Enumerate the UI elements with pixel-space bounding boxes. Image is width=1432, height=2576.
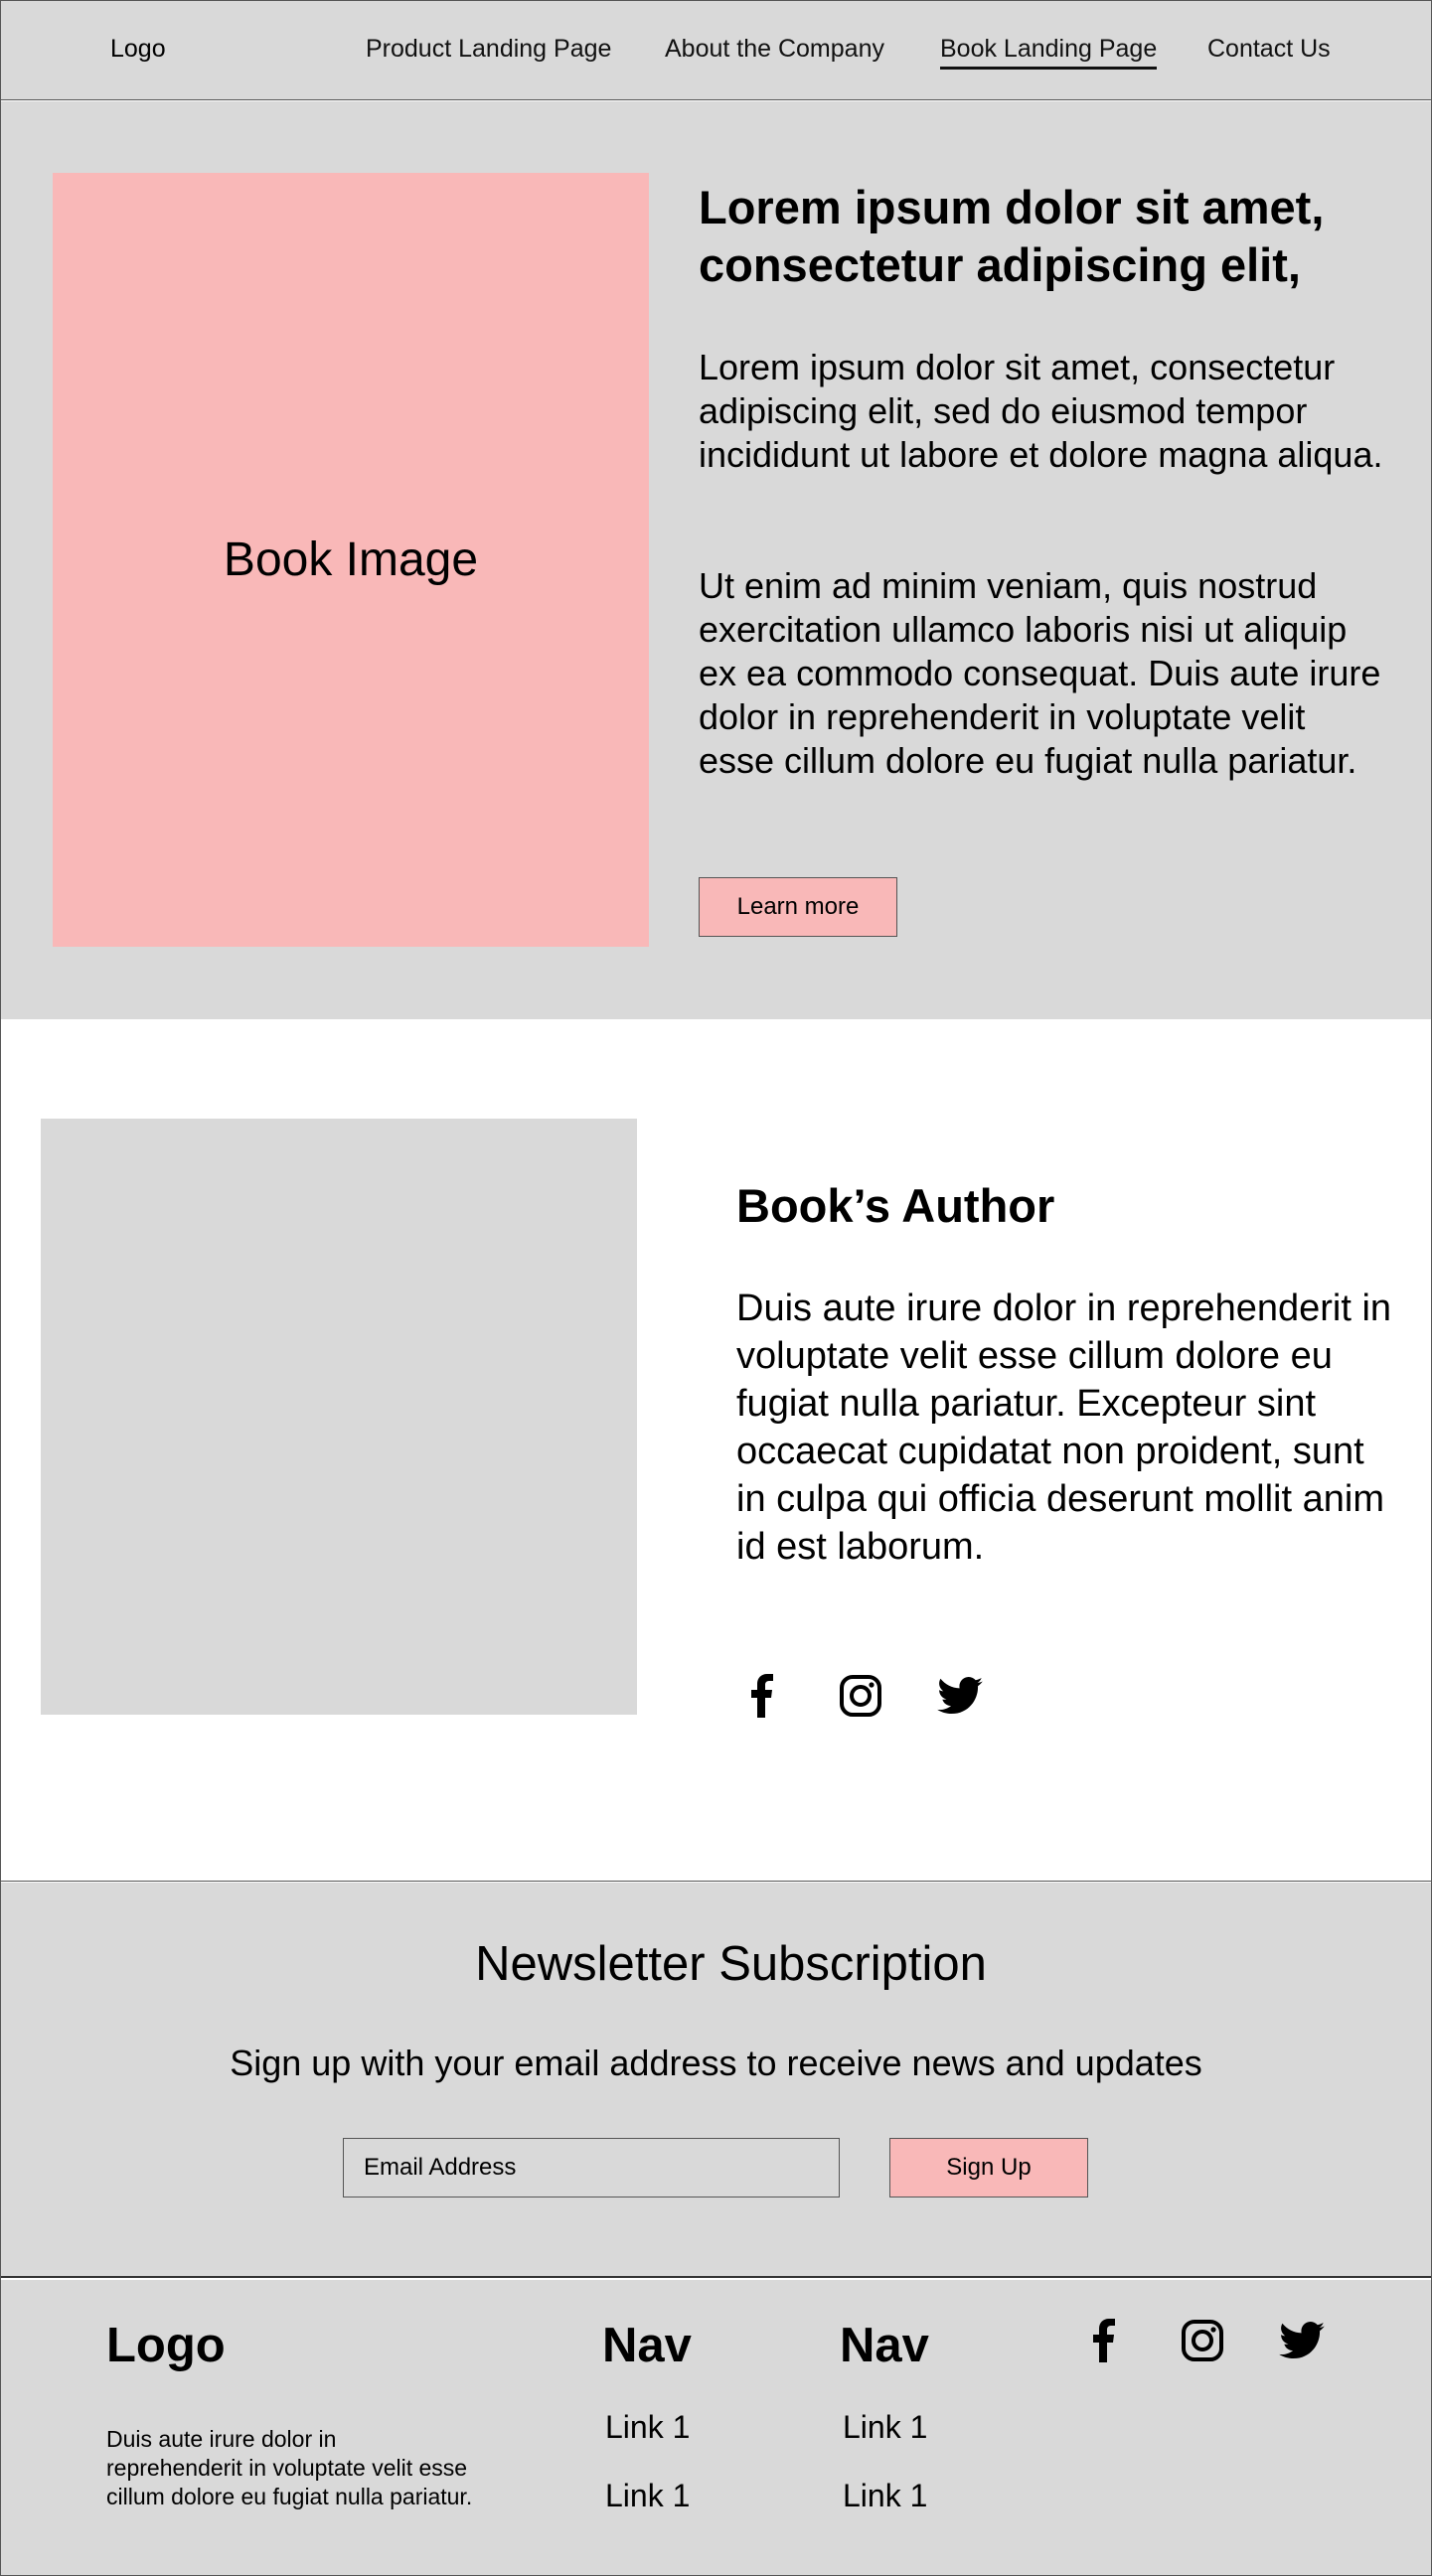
footer-link[interactable]: Link 1 [843, 2409, 927, 2446]
hero-paragraph-1: Lorem ipsum dolor sit amet, consectetur … [699, 347, 1383, 475]
footer-logo[interactable]: Logo [106, 2318, 226, 2373]
top-nav-bar: Logo Product Landing Page About the Comp… [1, 1, 1431, 100]
author-title: Book’s Author [736, 1179, 1055, 1232]
hero-paragraph-2: Ut enim ad minim veniam, quis nostrud ex… [699, 565, 1381, 781]
footer-link[interactable]: Link 1 [605, 2409, 690, 2446]
header-logo[interactable]: Logo [110, 35, 166, 64]
book-image-placeholder: Book Image [53, 173, 649, 947]
instagram-icon[interactable] [838, 1673, 883, 1719]
footer-link[interactable]: Link 1 [605, 2478, 690, 2514]
footer-description: Duis aute irure dolor in reprehenderit i… [106, 2426, 473, 2509]
footer-social-links [1080, 2318, 1378, 2363]
hero-title: Lorem ipsum dolor sit amet, consectetur … [699, 181, 1325, 291]
sign-up-button[interactable]: Sign Up [889, 2138, 1088, 2197]
nav-link-about-company[interactable]: About the Company [665, 35, 884, 64]
footer-nav-title-1: Nav [602, 2319, 692, 2372]
footer-link[interactable]: Link 1 [843, 2478, 927, 2514]
newsletter-section: Newsletter Subscription Sign up with you… [1, 1883, 1431, 2278]
author-image-placeholder [41, 1119, 637, 1715]
hero-section: Book Image Lorem ipsum dolor sit amet, c… [1, 101, 1431, 1019]
nav-link-book-landing[interactable]: Book Landing Page [940, 35, 1158, 70]
nav-link-contact-us[interactable]: Contact Us [1207, 35, 1331, 64]
nav-link-product-landing[interactable]: Product Landing Page [366, 35, 611, 64]
page: Logo Product Landing Page About the Comp… [0, 0, 1432, 2576]
twitter-icon[interactable] [937, 1673, 983, 1719]
footer: Logo Duis aute irure dolor in reprehende… [1, 2280, 1431, 2575]
book-image-label: Book Image [223, 533, 479, 586]
newsletter-subtitle: Sign up with your email address to recei… [230, 2043, 1202, 2083]
email-field[interactable] [343, 2138, 840, 2197]
facebook-icon[interactable] [738, 1673, 784, 1719]
newsletter-title: Newsletter Subscription [475, 1937, 987, 1991]
twitter-icon[interactable] [1279, 2318, 1325, 2363]
facebook-icon[interactable] [1080, 2318, 1126, 2363]
instagram-icon[interactable] [1180, 2318, 1225, 2363]
author-section: Book’s Author Duis aute irure dolor in r… [1, 1019, 1431, 1882]
learn-more-button[interactable]: Learn more [699, 877, 897, 937]
footer-nav-title-2: Nav [840, 2319, 929, 2372]
author-bio: Duis aute irure dolor in reprehenderit i… [736, 1288, 1392, 1568]
author-social-links [738, 1673, 1036, 1719]
